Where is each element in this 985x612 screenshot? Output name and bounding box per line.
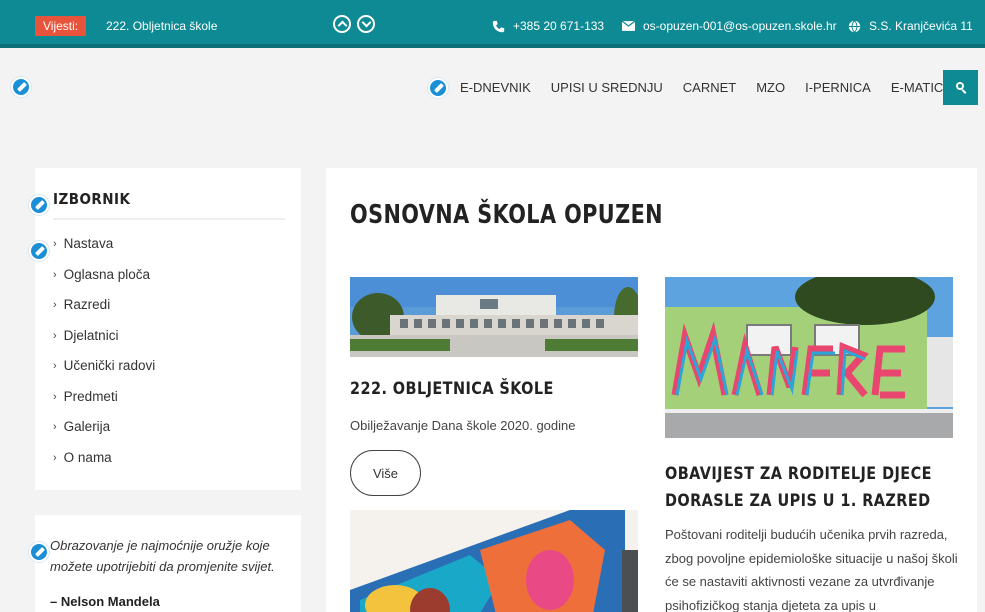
chevron-right-icon: › (53, 451, 57, 464)
chevron-right-icon: › (53, 268, 57, 281)
colorful-mural-photo (350, 510, 638, 612)
edit-pencil-icon[interactable] (29, 542, 49, 562)
sidebar-item-razredi[interactable]: › Razredi (53, 297, 155, 328)
quote-widget: Obrazovanje je najmoćnije oružje koje mo… (35, 515, 301, 612)
globe-icon (848, 19, 861, 33)
main-content: OSNOVNA ŠKOLA OPUZEN 222. OBLJETNICA ŠKO… (326, 168, 977, 612)
news-prev-icon[interactable] (333, 15, 351, 33)
quote-text: Obrazovanje je najmoćnije oružje koje mo… (50, 538, 275, 574)
article-2-title[interactable]: OBAVIJEST ZA RODITELJE DJECE DORASLE ZA … (665, 461, 954, 515)
main-nav: E-DNEVNIK UPISI U SREDNJU CARNET MZO I-P… (460, 80, 952, 95)
sidebar-item-o-nama[interactable]: › O nama (53, 450, 155, 481)
sidebar-divider (53, 218, 285, 220)
top-bar: Vijesti: 222. Obljetnica škole +385 20 6… (0, 0, 985, 48)
chevron-right-icon: › (53, 238, 57, 250)
contact-phone[interactable]: +385 20 671-133 (492, 19, 604, 33)
sidebar-item-predmeti[interactable]: › Predmeti (53, 389, 155, 420)
nav-item-upisi-u-srednju[interactable]: UPISI U SREDNJU (551, 80, 663, 95)
chevron-right-icon: › (53, 421, 57, 433)
envelope-icon (622, 21, 635, 31)
edit-pencil-icon[interactable] (29, 195, 49, 215)
sidebar-item-ucenicki-radovi[interactable]: › Učenički radovi (53, 358, 155, 389)
article-2-image[interactable] (665, 277, 953, 438)
sidebar-list: › Nastava › Oglasna ploča › Razredi › Djelat… (53, 236, 155, 480)
read-more-button[interactable]: Više (350, 450, 421, 496)
edit-pencil-icon[interactable] (428, 78, 448, 98)
news-label: Vijesti: (35, 16, 87, 36)
news-ticker-link[interactable]: 222. Obljetnica škole (106, 19, 217, 33)
contact-address[interactable]: S.S. Kranjčevića 11 (848, 19, 973, 33)
contact-email[interactable]: os-opuzen-001@os-opuzen.skole.hr (622, 19, 837, 33)
sidebar-item-nastava[interactable]: › Nastava (53, 236, 155, 267)
nav-item-e-dnevnik[interactable]: E-DNEVNIK (460, 80, 531, 95)
nav-item-carnet[interactable]: CARNET (683, 80, 736, 95)
news-controls (333, 15, 375, 33)
nav-item-mzo[interactable]: MZO (756, 80, 785, 95)
quote-author: – Nelson Mandela (50, 594, 160, 609)
news-next-icon[interactable] (357, 15, 375, 33)
search-button[interactable] (943, 70, 978, 105)
school-building-photo (350, 277, 638, 357)
edit-pencil-icon[interactable] (29, 241, 49, 261)
article-1-image[interactable] (350, 277, 638, 357)
edit-pencil-icon[interactable] (11, 77, 31, 97)
chevron-right-icon: › (53, 360, 57, 372)
email-address: os-opuzen-001@os-opuzen.skole.hr (643, 19, 837, 33)
page-title: OSNOVNA ŠKOLA OPUZEN (350, 200, 663, 230)
article-3-image[interactable] (350, 510, 638, 612)
mural-photo (665, 277, 953, 438)
sidebar-item-oglasna-ploca[interactable]: › Oglasna ploča (53, 267, 155, 298)
phone-number: +385 20 671-133 (513, 19, 605, 33)
chevron-right-icon: › (53, 299, 57, 311)
nav-item-i-pernica[interactable]: I-PERNICA (805, 80, 871, 95)
sidebar-title: IZBORNIK (53, 190, 131, 208)
sidebar-item-galerija[interactable]: › Galerija (53, 419, 155, 450)
sidebar-menu: IZBORNIK › Nastava › Oglasna ploča › Razred… (35, 168, 301, 490)
phone-icon (492, 20, 505, 32)
address-text: S.S. Kranjčevića 11 (869, 19, 973, 33)
article-1-subtitle: Obilježavanje Dana škole 2020. godine (350, 418, 576, 433)
article-2-excerpt: Poštovani roditelji budućih učenika prvi… (665, 527, 958, 612)
chevron-right-icon: › (53, 329, 57, 342)
chevron-right-icon: › (53, 390, 57, 403)
sidebar-item-djelatnici[interactable]: › Djelatnici (53, 328, 155, 359)
article-1-title[interactable]: 222. OBLJETNICA ŠKOLE (350, 376, 605, 403)
